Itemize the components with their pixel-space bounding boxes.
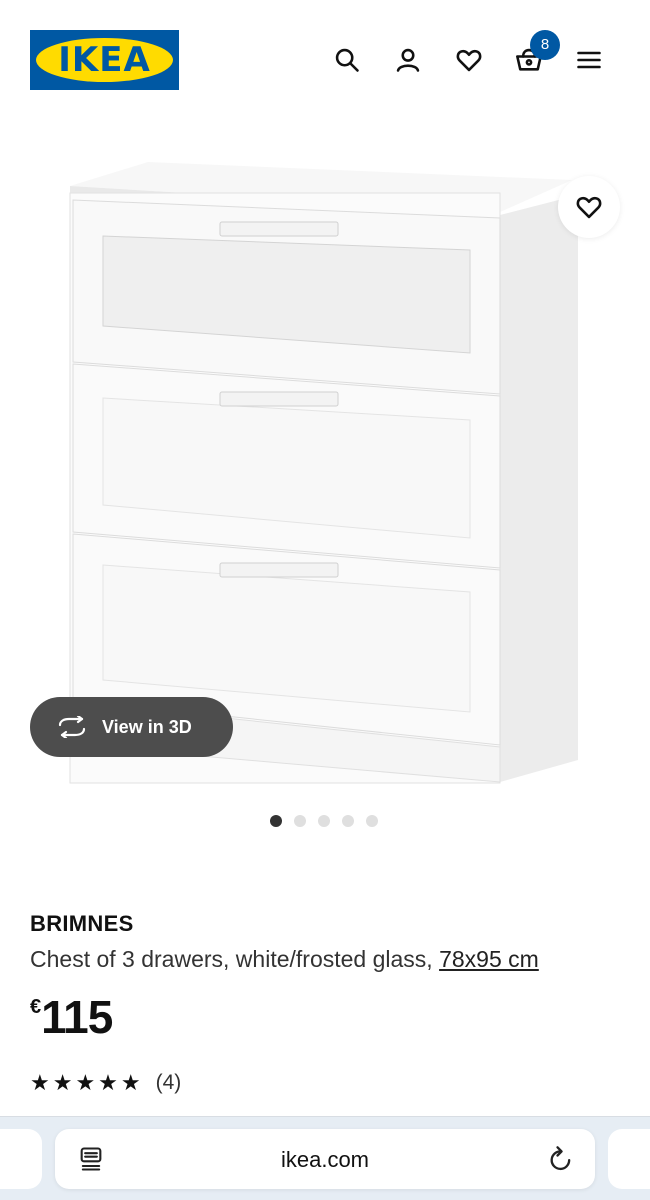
browser-toolbar: ikea.com xyxy=(0,1116,650,1200)
product-description: Chest of 3 drawers, white/frosted glass,… xyxy=(30,946,539,973)
address-bar[interactable]: ikea.com xyxy=(55,1129,595,1189)
carousel-dot[interactable] xyxy=(318,815,330,827)
view-in-3d-button[interactable]: View in 3D xyxy=(30,697,233,757)
previous-tab-preview[interactable] xyxy=(0,1129,42,1189)
next-tab-preview[interactable] xyxy=(608,1129,650,1189)
carousel-dot[interactable] xyxy=(342,815,354,827)
logo-text: IKEA xyxy=(58,40,151,80)
rating-stars: ★★★★★ xyxy=(30,1070,144,1095)
product-price: €115 xyxy=(30,990,113,1044)
heart-icon[interactable] xyxy=(449,40,489,80)
carousel-dot[interactable] xyxy=(270,815,282,827)
carousel-dot[interactable] xyxy=(366,815,378,827)
rating-count: (4) xyxy=(155,1071,182,1094)
add-to-favourites-button[interactable] xyxy=(558,176,620,238)
rotate-3d-icon xyxy=(58,716,86,738)
image-carousel-dots xyxy=(270,815,378,827)
product-description-text: Chest of 3 drawers, white/frosted glass, xyxy=(30,946,433,972)
url-text[interactable]: ikea.com xyxy=(55,1147,595,1173)
ikea-logo[interactable]: IKEA xyxy=(30,30,179,90)
view-in-3d-label: View in 3D xyxy=(102,716,192,737)
user-icon[interactable] xyxy=(388,40,428,80)
heart-icon xyxy=(576,196,602,219)
menu-icon[interactable] xyxy=(569,40,609,80)
site-header: IKEA 8 xyxy=(0,0,650,120)
product-rating[interactable]: ★★★★★ (4) xyxy=(30,1070,181,1096)
cart-count-badge: 8 xyxy=(530,30,560,60)
product-name: BRIMNES xyxy=(30,911,134,936)
reload-icon[interactable] xyxy=(547,1145,575,1173)
price-value: 115 xyxy=(41,991,113,1043)
product-dimensions-link[interactable]: 78x95 cm xyxy=(439,946,539,972)
product-image[interactable] xyxy=(0,150,650,790)
carousel-dot[interactable] xyxy=(294,815,306,827)
price-currency: € xyxy=(30,996,42,1018)
search-icon[interactable] xyxy=(327,40,367,80)
